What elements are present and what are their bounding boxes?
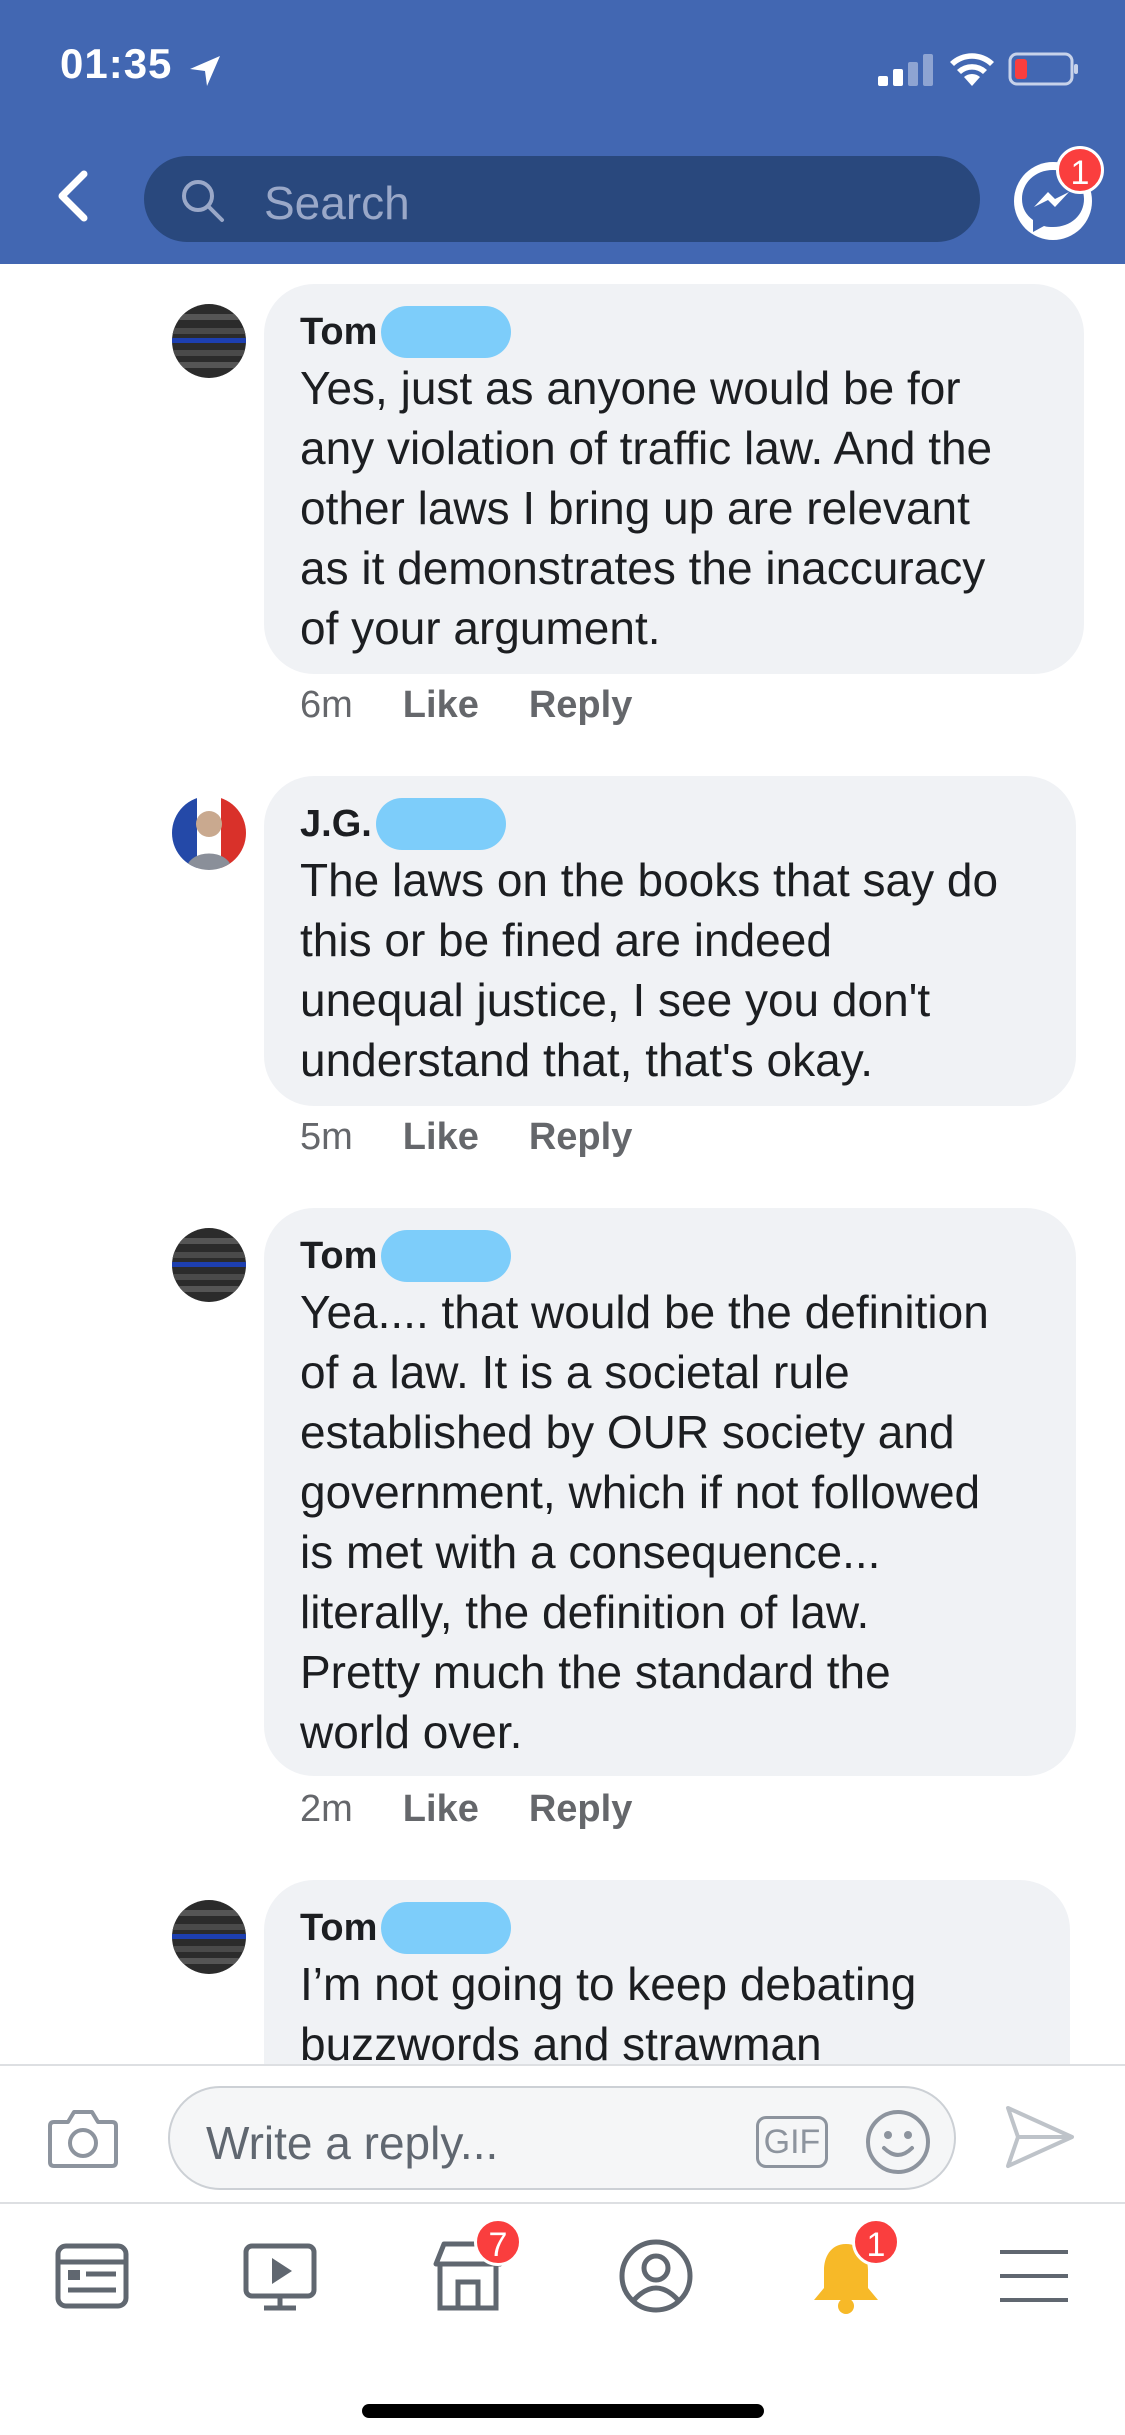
avatar[interactable] <box>172 796 246 870</box>
comment-text: The laws on the books that say do this o… <box>300 854 999 1086</box>
wifi-icon <box>950 53 994 86</box>
reply-input[interactable]: Write a reply... GIF <box>168 2086 956 2190</box>
gif-button[interactable]: GIF <box>756 2116 828 2168</box>
reply-button[interactable]: Reply <box>529 1788 632 1831</box>
comment-actions: 2m Like Reply <box>300 1788 682 1831</box>
battery-icon <box>1008 52 1078 86</box>
comment-bubble: J.G. The laws on the books that say do t… <box>264 776 1076 1106</box>
messenger-badge: 1 <box>1056 146 1104 194</box>
search-icon <box>182 180 224 222</box>
avatar-image <box>172 796 246 870</box>
reply-placeholder: Write a reply... <box>206 2117 499 2169</box>
redaction-mark <box>375 798 506 850</box>
comment-actions: 6m Like Reply <box>300 684 682 727</box>
cellular-signal-icon <box>878 54 933 86</box>
watch-video-icon[interactable] <box>240 2236 320 2316</box>
news-feed-icon[interactable] <box>52 2236 132 2316</box>
comment-bubble: Tom Yea.... that would be the definition… <box>264 1208 1076 1776</box>
notifications-badge: 1 <box>852 2218 900 2266</box>
search-input[interactable]: Search <box>144 156 980 242</box>
emoji-icon[interactable] <box>864 2108 932 2176</box>
comment-bubble: Tom I’m not going to keep debating buzzw… <box>264 1880 1070 2064</box>
location-arrow-icon <box>190 56 220 86</box>
avatar-image <box>172 1228 246 1302</box>
like-button[interactable]: Like <box>403 1788 479 1831</box>
top-bar: 01:35 Search 1 <box>0 0 1125 264</box>
home-indicator <box>362 2404 764 2418</box>
redaction-mark <box>381 306 512 358</box>
comment-text: Yea.... that would be the definition of … <box>300 1286 989 1758</box>
avatar[interactable] <box>172 1900 246 1974</box>
status-time: 01:35 <box>60 40 173 87</box>
reply-button[interactable]: Reply <box>529 1116 632 1159</box>
comment-author[interactable]: Tom <box>300 1233 377 1279</box>
avatar[interactable] <box>172 304 246 378</box>
like-button[interactable]: Like <box>403 1116 479 1159</box>
like-button[interactable]: Like <box>403 684 479 727</box>
reply-bar: Write a reply... GIF <box>0 2064 1125 2202</box>
profile-icon[interactable] <box>616 2236 696 2316</box>
search-placeholder: Search <box>264 177 410 229</box>
redaction-mark <box>381 1230 512 1282</box>
comment-text: I’m not going to keep debating buzzwords… <box>300 1958 917 2064</box>
comment-bubble: Tom Yes, just as anyone would be for any… <box>264 284 1084 674</box>
back-button[interactable] <box>44 164 100 228</box>
comment-author[interactable]: Tom <box>300 1905 377 1951</box>
comment-list: Tom Yes, just as anyone would be for any… <box>0 264 1125 2064</box>
comment-time[interactable]: 2m <box>300 1788 353 1831</box>
redaction-mark <box>381 1902 512 1954</box>
comment-author[interactable]: Tom <box>300 309 377 355</box>
comment-actions: 5m Like Reply <box>300 1116 682 1159</box>
send-icon[interactable] <box>1004 2104 1076 2170</box>
comment-text: Yes, just as anyone would be for any vio… <box>300 362 993 654</box>
tab-bar: 7 1 <box>0 2202 1125 2435</box>
menu-icon[interactable] <box>994 2236 1074 2316</box>
chevron-left-icon <box>58 170 88 222</box>
comment-time[interactable]: 5m <box>300 1116 353 1159</box>
camera-icon[interactable] <box>48 2106 118 2168</box>
marketplace-badge: 7 <box>474 2218 522 2266</box>
comment-author[interactable]: J.G. <box>300 801 372 847</box>
avatar-image <box>172 1900 246 1974</box>
avatar[interactable] <box>172 1228 246 1302</box>
avatar-image <box>172 304 246 378</box>
reply-button[interactable]: Reply <box>529 684 632 727</box>
comment-time[interactable]: 6m <box>300 684 353 727</box>
